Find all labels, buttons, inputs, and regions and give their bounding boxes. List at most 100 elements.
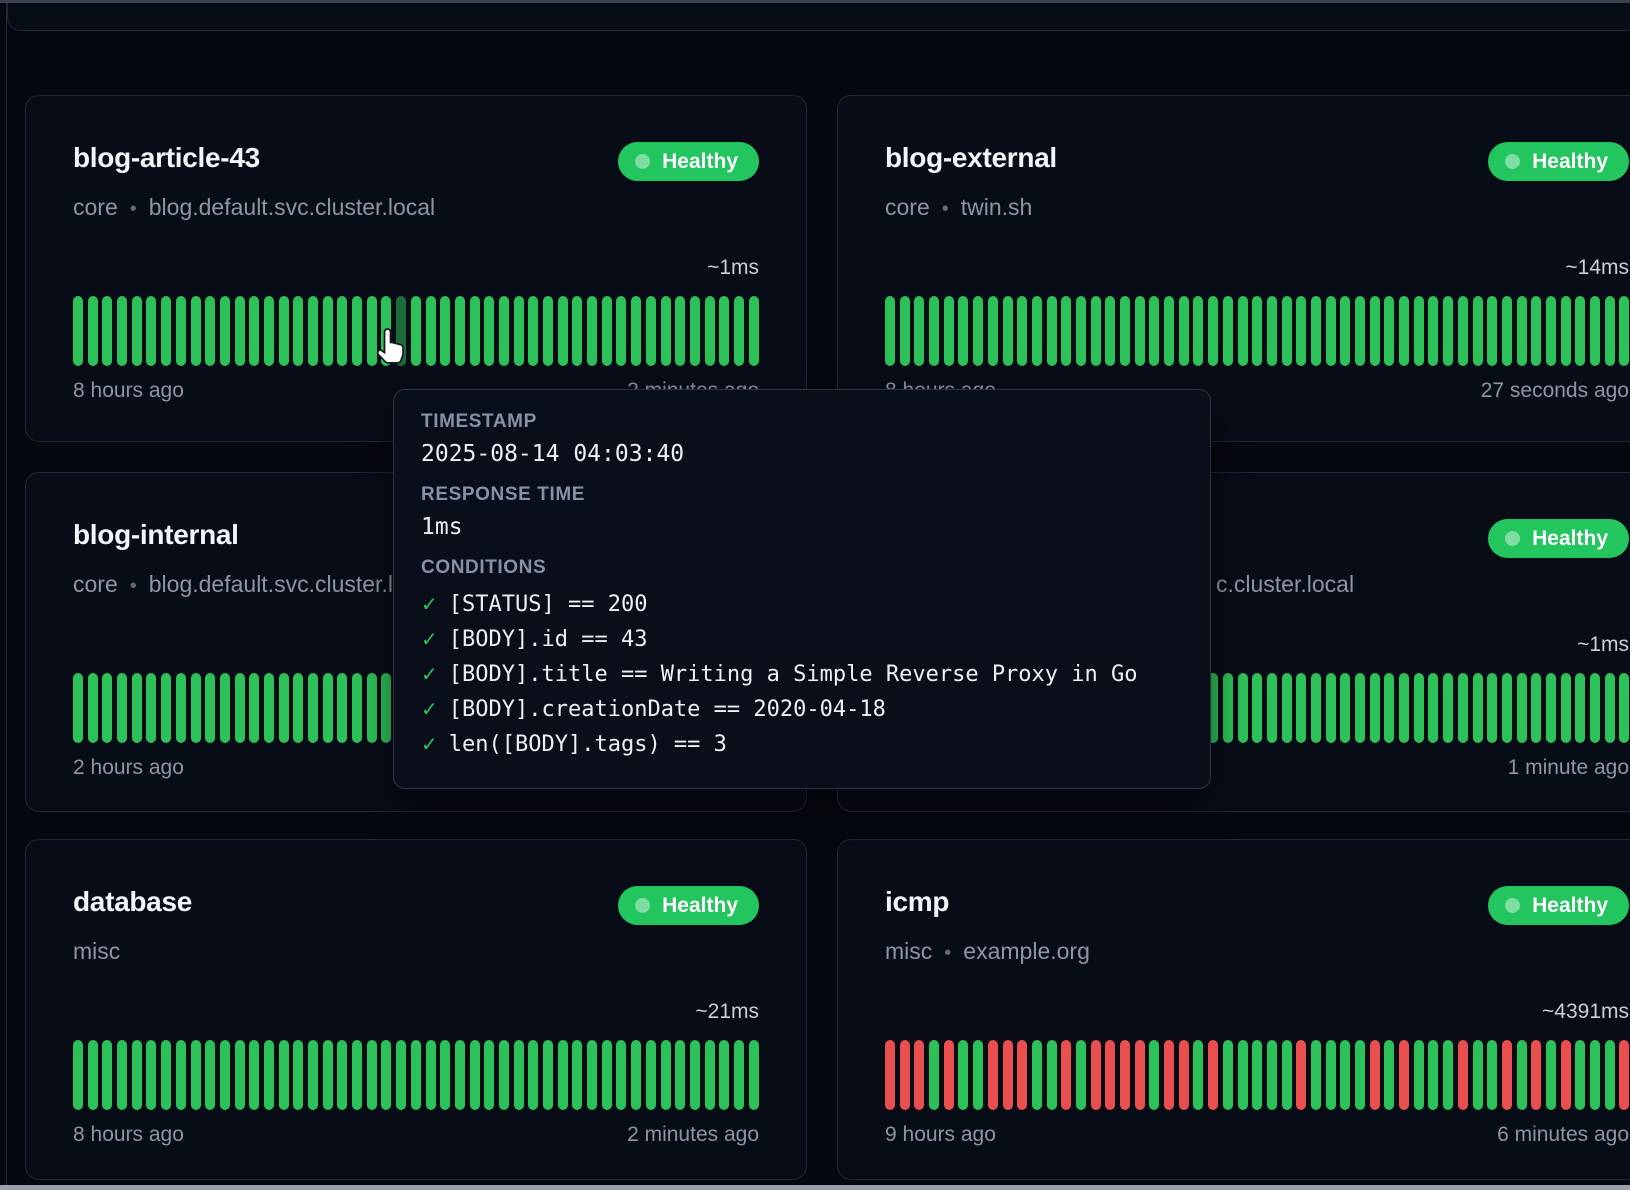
- uptime-bar[interactable]: [1399, 673, 1409, 743]
- uptime-bar[interactable]: [1238, 1040, 1248, 1110]
- uptime-bar[interactable]: [1502, 1040, 1512, 1110]
- uptime-bar[interactable]: [1238, 673, 1248, 743]
- uptime-bar[interactable]: [705, 296, 715, 366]
- uptime-bar[interactable]: [117, 296, 127, 366]
- uptime-bar[interactable]: [602, 296, 612, 366]
- uptime-bar[interactable]: [1340, 296, 1350, 366]
- status-card[interactable]: database misc• Healthy ~21ms 8 hours ago…: [25, 839, 807, 1180]
- uptime-bar[interactable]: [1061, 296, 1071, 366]
- uptime-bar[interactable]: [1517, 296, 1527, 366]
- uptime-bar[interactable]: [191, 296, 201, 366]
- uptime-bar[interactable]: [1311, 296, 1321, 366]
- uptime-bar[interactable]: [587, 1040, 597, 1110]
- uptime-bar[interactable]: [88, 1040, 98, 1110]
- uptime-bar[interactable]: [719, 296, 729, 366]
- uptime-bar[interactable]: [631, 296, 641, 366]
- uptime-bar[interactable]: [514, 296, 524, 366]
- uptime-bar[interactable]: [191, 673, 201, 743]
- uptime-bar[interactable]: [1017, 1040, 1027, 1110]
- uptime-bar[interactable]: [749, 296, 759, 366]
- uptime-bar[interactable]: [543, 1040, 553, 1110]
- uptime-bar[interactable]: [161, 1040, 171, 1110]
- uptime-bar[interactable]: [161, 673, 171, 743]
- status-card[interactable]: icmp misc•example.org Healthy ~4391ms 9 …: [837, 839, 1630, 1180]
- uptime-bar[interactable]: [1047, 296, 1057, 366]
- uptime-bar[interactable]: [102, 296, 112, 366]
- uptime-bar[interactable]: [176, 673, 186, 743]
- uptime-bar[interactable]: [885, 1040, 895, 1110]
- uptime-bar[interactable]: [914, 296, 924, 366]
- uptime-bar[interactable]: [1208, 296, 1218, 366]
- uptime-bar[interactable]: [1619, 1040, 1629, 1110]
- uptime-bar[interactable]: [1032, 1040, 1042, 1110]
- uptime-bar[interactable]: [73, 673, 83, 743]
- uptime-bar[interactable]: [572, 296, 582, 366]
- uptime-bar[interactable]: [1487, 1040, 1497, 1110]
- uptime-bar[interactable]: [1473, 1040, 1483, 1110]
- uptime-bar[interactable]: [1561, 673, 1571, 743]
- uptime-bar[interactable]: [249, 296, 259, 366]
- uptime-bar[interactable]: [572, 1040, 582, 1110]
- uptime-bar[interactable]: [1223, 673, 1233, 743]
- uptime-bar[interactable]: [1296, 296, 1306, 366]
- uptime-bar[interactable]: [1561, 296, 1571, 366]
- uptime-bar[interactable]: [1546, 296, 1556, 366]
- uptime-bar[interactable]: [279, 296, 289, 366]
- uptime-bar[interactable]: [1370, 1040, 1380, 1110]
- uptime-bar[interactable]: [146, 673, 156, 743]
- uptime-bar[interactable]: [337, 1040, 347, 1110]
- uptime-bar[interactable]: [1561, 1040, 1571, 1110]
- uptime-bar[interactable]: [514, 1040, 524, 1110]
- uptime-bar[interactable]: [132, 1040, 142, 1110]
- uptime-bar[interactable]: [944, 1040, 954, 1110]
- uptime-bar[interactable]: [220, 296, 230, 366]
- uptime-bar[interactable]: [1443, 1040, 1453, 1110]
- uptime-bar[interactable]: [885, 296, 895, 366]
- uptime-bar[interactable]: [1326, 673, 1336, 743]
- uptime-bar[interactable]: [264, 673, 274, 743]
- uptime-bar[interactable]: [293, 296, 303, 366]
- uptime-bar[interactable]: [1546, 673, 1556, 743]
- uptime-bar[interactable]: [1414, 1040, 1424, 1110]
- uptime-bar[interactable]: [73, 1040, 83, 1110]
- uptime-bar[interactable]: [1252, 673, 1262, 743]
- uptime-bar[interactable]: [1179, 296, 1189, 366]
- uptime-bar[interactable]: [1076, 1040, 1086, 1110]
- uptime-bar[interactable]: [205, 296, 215, 366]
- uptime-bar[interactable]: [176, 1040, 186, 1110]
- uptime-bar[interactable]: [690, 1040, 700, 1110]
- uptime-bar[interactable]: [146, 1040, 156, 1110]
- uptime-bar[interactable]: [1252, 1040, 1262, 1110]
- uptime-bar[interactable]: [264, 296, 274, 366]
- uptime-bar[interactable]: [988, 296, 998, 366]
- uptime-bar[interactable]: [293, 673, 303, 743]
- uptime-bar[interactable]: [293, 1040, 303, 1110]
- uptime-bar[interactable]: [1017, 296, 1027, 366]
- uptime-bar[interactable]: [352, 1040, 362, 1110]
- uptime-bar[interactable]: [543, 296, 553, 366]
- uptime-bar[interactable]: [1370, 673, 1380, 743]
- uptime-bar[interactable]: [690, 296, 700, 366]
- uptime-bar[interactable]: [944, 296, 954, 366]
- uptime-bar[interactable]: [929, 1040, 939, 1110]
- uptime-bar[interactable]: [1531, 296, 1541, 366]
- uptime-bar[interactable]: [1355, 1040, 1365, 1110]
- uptime-bar[interactable]: [1091, 1040, 1101, 1110]
- uptime-bar[interactable]: [323, 673, 333, 743]
- uptime-bar[interactable]: [1238, 296, 1248, 366]
- uptime-bar[interactable]: [1193, 1040, 1203, 1110]
- uptime-bar[interactable]: [102, 673, 112, 743]
- uptime-bar[interactable]: [1605, 673, 1615, 743]
- uptime-bar[interactable]: [132, 296, 142, 366]
- uptime-bar[interactable]: [146, 296, 156, 366]
- uptime-bar[interactable]: [220, 673, 230, 743]
- uptime-bar[interactable]: [1296, 673, 1306, 743]
- uptime-bar[interactable]: [308, 296, 318, 366]
- uptime-bar[interactable]: [411, 296, 421, 366]
- uptime-bar[interactable]: [1502, 673, 1512, 743]
- uptime-bar[interactable]: [411, 1040, 421, 1110]
- uptime-bar[interactable]: [734, 296, 744, 366]
- uptime-bar[interactable]: [484, 1040, 494, 1110]
- uptime-bar[interactable]: [1003, 1040, 1013, 1110]
- uptime-bar[interactable]: [1047, 1040, 1057, 1110]
